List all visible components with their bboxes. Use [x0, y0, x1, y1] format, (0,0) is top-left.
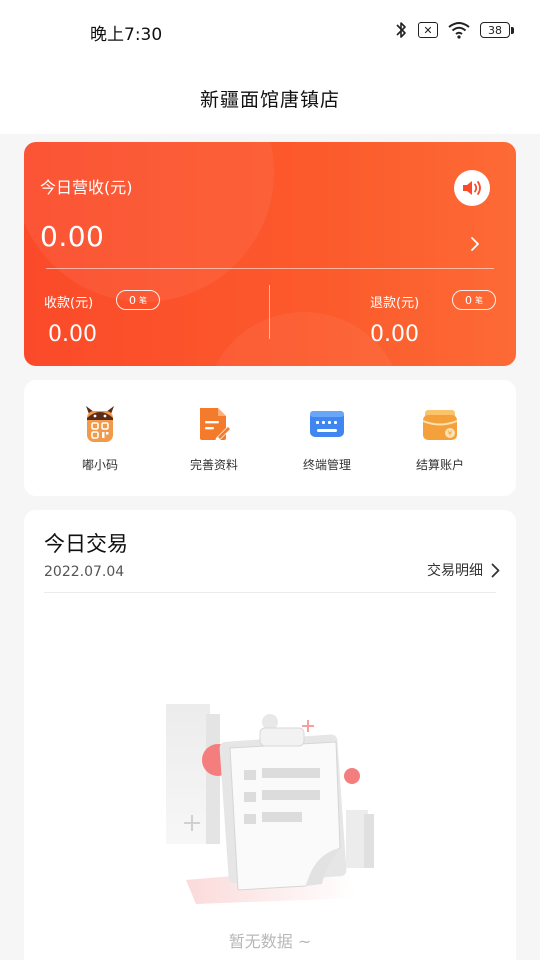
collect-label: 收款(元) [44, 296, 94, 311]
card-divider [46, 268, 494, 269]
battery-level: 38 [480, 22, 510, 38]
collect-count-badge: 0 笔 [116, 290, 160, 310]
trade-detail-link[interactable]: 交易明细 [427, 560, 500, 580]
menu-item-terminal[interactable]: 终端管理 [277, 404, 377, 473]
revenue-label: 今日营收(元) [40, 178, 133, 197]
collect-count: 0 [129, 293, 136, 307]
refund-count-unit: 笔 [475, 295, 483, 305]
refund-count: 0 [465, 293, 472, 307]
menu-item-qr-code[interactable]: 嘟小码 [50, 404, 150, 473]
battery-indicator: 38 [480, 22, 514, 38]
menu-item-settlement[interactable]: ¥ 结算账户 [390, 404, 490, 473]
collect-count-unit: 笔 [139, 295, 147, 305]
menu-label: 完善资料 [189, 458, 238, 472]
revenue-amount: 0.00 [40, 220, 105, 253]
document-edit-icon [200, 408, 231, 442]
keyboard-icon [310, 411, 344, 437]
refund-count-badge: 0 笔 [452, 290, 496, 310]
battery-tip [511, 26, 514, 34]
speaker-icon [463, 181, 481, 195]
menu-label: 结算账户 [415, 458, 464, 472]
speaker-button[interactable] [454, 170, 490, 206]
qr-mascot-icon [86, 406, 114, 442]
wifi-icon [448, 22, 470, 39]
trade-divider [44, 592, 496, 593]
menu-item-profile[interactable]: 完善资料 [164, 404, 264, 473]
trade-title: 今日交易 [44, 532, 128, 556]
collect-amount: 0.00 [48, 322, 97, 347]
page-title: 新疆面馆唐镇店 [199, 88, 340, 111]
refund-label: 退款(元) [370, 296, 420, 311]
empty-clipboard-illustration [166, 704, 374, 904]
chevron-right-icon[interactable] [470, 236, 480, 252]
status-time: 晚上7:30 [90, 25, 163, 45]
svg-text:¥: ¥ [448, 430, 453, 438]
bluetooth-icon [396, 22, 406, 38]
menu-label: 嘟小码 [81, 458, 118, 472]
title-bar: 新疆面馆唐镇店 [0, 62, 540, 134]
menu-label: 终端管理 [302, 458, 351, 472]
trade-detail-label: 交易明细 [427, 563, 483, 579]
wallet-icon: ¥ [422, 410, 458, 440]
no-sim-icon: ✕ [418, 22, 438, 38]
empty-state-text: 暂无数据 ~ [228, 932, 312, 951]
chevron-right-icon [491, 563, 500, 577]
revenue-card[interactable]: 今日营收(元) 0.00 收款(元) 0 笔 0.00 退款(元) 0 笔 0.… [24, 142, 516, 366]
today-trade-card: 今日交易 2022.07.04 交易明细 暂无数据 ~ [24, 510, 516, 960]
status-icons: ✕ 38 [394, 20, 514, 40]
trade-date: 2022.07.04 [44, 564, 125, 580]
refund-amount: 0.00 [370, 322, 419, 347]
status-bar: 晚上7:30 ✕ 38 [0, 0, 540, 62]
quick-menu: 嘟小码 完善资料 终端管理 ¥ 结算账户 [24, 380, 516, 496]
card-divider-vertical [269, 285, 270, 339]
